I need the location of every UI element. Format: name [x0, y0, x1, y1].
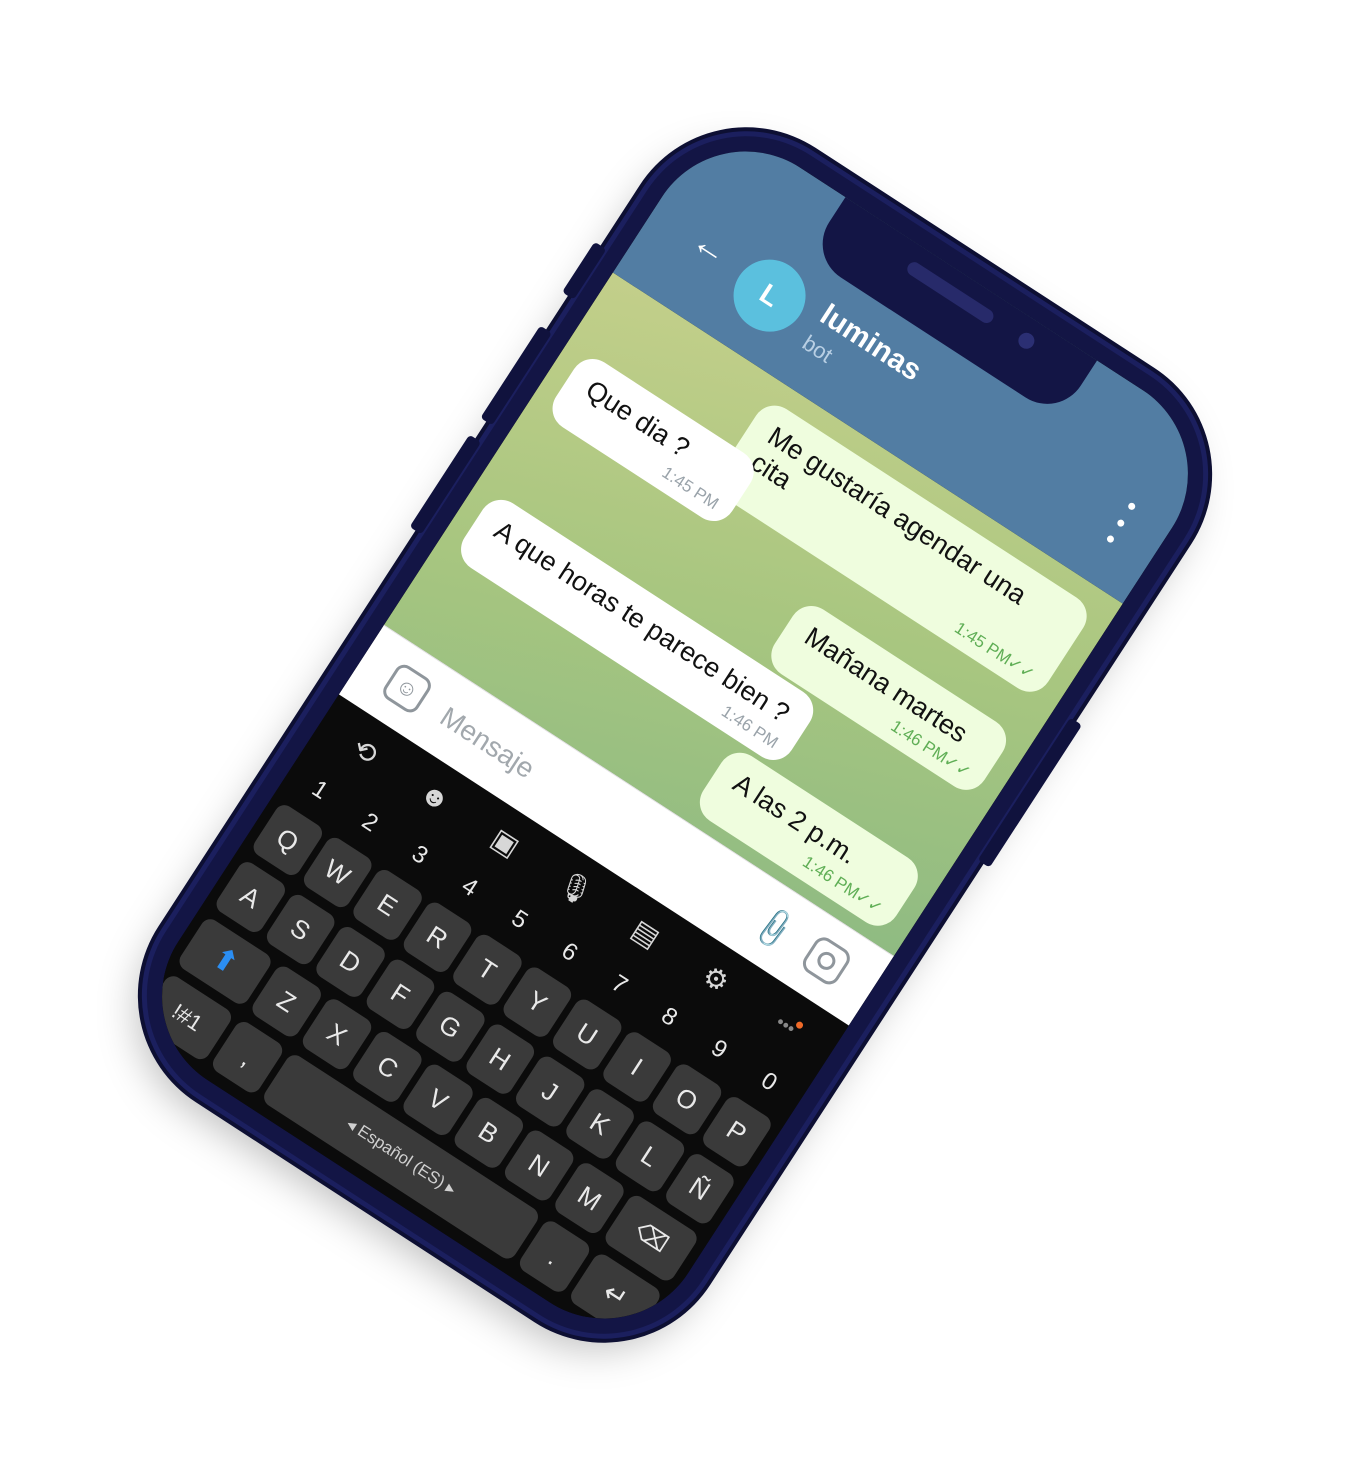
message-text: A las 2 p.m. [727, 768, 863, 871]
message-time: 1:45 PM [658, 462, 723, 514]
phone-frame: ← L luminas bot Me gustaría agendar una … [101, 91, 1249, 1379]
message-incoming[interactable]: Que dia ? 1:45 PM [544, 350, 763, 530]
sticker-icon[interactable]: ▣ [476, 814, 534, 872]
more-options-icon[interactable]: ••• [757, 996, 815, 1054]
enter-icon: ↵ [597, 1276, 634, 1315]
gear-icon[interactable]: ⚙ [687, 951, 745, 1009]
backspace-icon: ⌫ [629, 1217, 674, 1259]
camera-icon[interactable] [798, 933, 855, 989]
front-camera [1015, 329, 1038, 352]
speaker [904, 259, 997, 326]
arrow-left-icon[interactable]: ← [683, 219, 738, 274]
clipboard-icon[interactable]: ▤ [616, 905, 674, 963]
sticker-icon[interactable]: ☺ [379, 660, 435, 717]
microphone-icon[interactable]: 🎙 [546, 859, 604, 917]
translate-icon[interactable]: ⟲ [336, 723, 394, 781]
message-time: 1:45 PM [951, 618, 1015, 669]
message-text: Que dia ? [580, 374, 696, 464]
emoji-icon[interactable]: ☻ [406, 768, 464, 826]
kebab-menu-icon[interactable] [1100, 498, 1142, 547]
message-text: A que horas te parece bien ? [489, 515, 795, 729]
shift-arrow-icon: ⬆ [205, 940, 245, 982]
paperclip-icon[interactable]: 📎 [750, 905, 797, 952]
avatar[interactable]: L [719, 245, 820, 346]
